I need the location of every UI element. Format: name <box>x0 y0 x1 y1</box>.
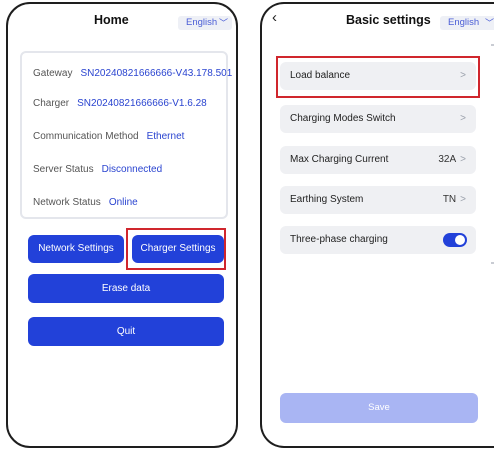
scrollbar[interactable] <box>491 44 494 264</box>
network-settings-button[interactable]: Network Settings <box>28 235 124 263</box>
chevron-right-icon: > <box>460 154 466 165</box>
network-status-label: Network Status <box>33 197 101 208</box>
device-info-card: Gateway SN20240821666666-V43.178.501 Char… <box>20 51 232 219</box>
setting-label: Earthing System <box>290 194 364 205</box>
charger-label: Charger <box>33 98 70 109</box>
gateway-value: SN20240821666666-V43.178.501 <box>80 68 233 79</box>
chevron-left-icon[interactable]: ‹ <box>272 9 277 26</box>
communication-row: Communication Method Ethernet <box>33 131 184 142</box>
chevron-right-icon: > <box>460 194 466 205</box>
language-dropdown[interactable]: English ﹀ <box>440 16 494 30</box>
network-status-value: Online <box>108 197 138 208</box>
setting-label: Max Charging Current <box>290 154 389 165</box>
setting-three-phase-charging: Three-phase charging <box>280 226 476 254</box>
home-topbar: Home English ﹀ <box>8 4 236 40</box>
communication-label: Communication Method <box>33 131 139 142</box>
network-status-row: Network Status Online <box>33 197 138 208</box>
setting-earthing-system[interactable]: Earthing System TN > <box>280 186 476 214</box>
gateway-label: Gateway <box>33 68 73 79</box>
load-balance-highlight <box>276 56 480 98</box>
language-label: English <box>186 17 218 28</box>
setting-label: Three-phase charging <box>290 234 388 245</box>
three-phase-toggle[interactable] <box>443 233 467 247</box>
charger-settings-highlight <box>126 228 226 270</box>
setting-charging-modes-switch[interactable]: Charging Modes Switch > <box>280 105 476 133</box>
chevron-right-icon: > <box>460 113 466 124</box>
language-label: English <box>448 17 480 28</box>
page-title: Home <box>94 13 129 27</box>
erase-data-button[interactable]: Erase data <box>28 274 224 303</box>
basic-settings-screen: ‹ Basic settings English ﹀ Load balance … <box>260 2 494 448</box>
quit-button[interactable]: Quit <box>28 317 224 346</box>
setting-label: Charging Modes Switch <box>290 113 396 124</box>
server-status-label: Server Status <box>33 164 94 175</box>
save-button[interactable]: Save <box>280 393 478 423</box>
gateway-row: Gateway SN20240821666666-V43.178.501 <box>33 68 232 79</box>
setting-max-charging-current[interactable]: Max Charging Current 32A > <box>280 146 476 174</box>
server-status-row: Server Status Disconnected <box>33 164 162 175</box>
settings-topbar: ‹ Basic settings English ﹀ <box>262 4 494 40</box>
charger-value: SN20240821666666-V1.6.28 <box>77 98 207 109</box>
page-title: Basic settings <box>346 13 431 27</box>
setting-value: TN <box>442 194 457 205</box>
server-status-value: Disconnected <box>101 164 163 175</box>
language-dropdown[interactable]: English ﹀ <box>178 16 232 30</box>
charger-row: Charger SN20240821666666-V1.6.28 <box>33 98 207 109</box>
chevron-down-icon: ﹀ <box>218 18 228 28</box>
home-screen: Home English ﹀ Gateway SN20240821666666-V… <box>6 2 238 448</box>
setting-value: 32A <box>438 154 457 165</box>
communication-value: Ethernet <box>146 131 185 142</box>
chevron-down-icon: ﹀ <box>484 18 494 28</box>
